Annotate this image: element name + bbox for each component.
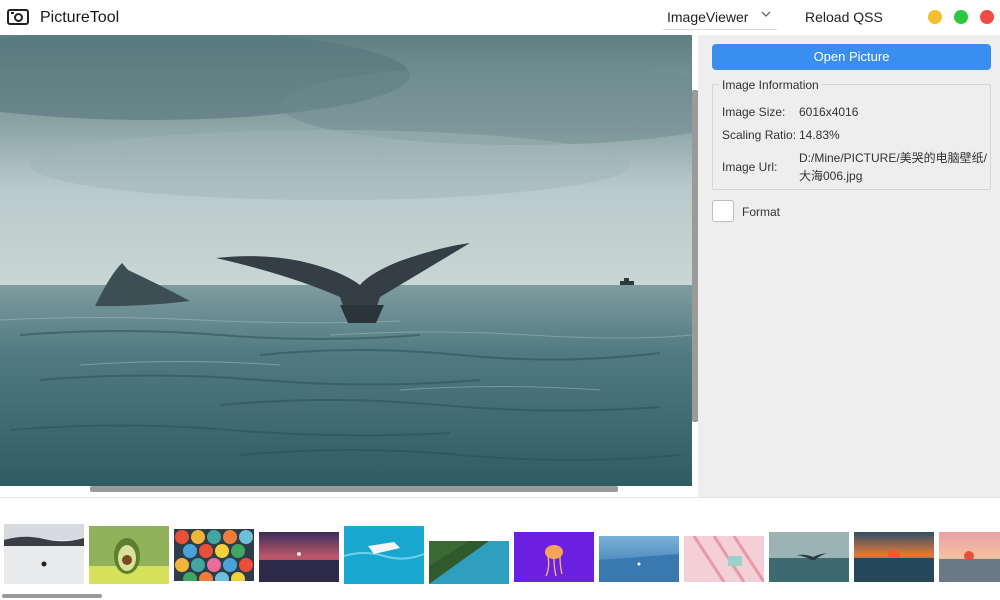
viewer-select-value: ImageViewer	[667, 9, 749, 25]
image-url-line2: 大海006.jpg	[799, 169, 863, 183]
thumbnail-3[interactable]	[174, 529, 254, 581]
image-information-group: Image Information Image Size: 6016x4016 …	[712, 78, 991, 190]
camera-icon	[7, 9, 29, 25]
minimize-button[interactable]	[928, 10, 942, 24]
title-bar: PictureTool ImageViewer Reload QSS	[0, 0, 1000, 35]
thumbnail-8[interactable]	[599, 536, 679, 582]
close-button[interactable]	[980, 10, 994, 24]
scaling-ratio-label: Scaling Ratio:	[722, 128, 797, 142]
reload-qss-button[interactable]: Reload QSS	[805, 9, 883, 25]
thumbnail-7[interactable]	[514, 532, 594, 582]
scaling-ratio-value: 14.83%	[799, 128, 840, 142]
thumbnail-9[interactable]	[684, 536, 764, 582]
side-panel: Open Picture Image Information Image Siz…	[698, 35, 1000, 497]
thumbnail-6[interactable]	[429, 541, 509, 584]
chevron-down-icon	[761, 11, 771, 17]
thumbnail-5[interactable]	[344, 526, 424, 584]
thumbnail-12[interactable]	[939, 532, 1000, 582]
image-url-label: Image Url:	[722, 160, 778, 174]
main-image	[0, 35, 692, 486]
horizontal-scrollbar[interactable]	[90, 486, 618, 492]
image-url-line1: D:/Mine/PICTURE/美哭的电脑壁纸/	[799, 151, 988, 165]
viewer-select[interactable]: ImageViewer	[663, 6, 777, 30]
thumbnail-10[interactable]	[769, 532, 849, 582]
thumbnail-4[interactable]	[259, 532, 339, 582]
app-title: PictureTool	[40, 9, 120, 26]
image-size-label: Image Size:	[722, 105, 786, 119]
thumbnail-scrollbar[interactable]	[2, 594, 102, 598]
image-size-value: 6016x4016	[799, 105, 859, 119]
format-label: Format	[742, 205, 781, 219]
image-viewer[interactable]	[0, 35, 692, 486]
thumbnail-2[interactable]	[89, 526, 169, 584]
thumbnail-11[interactable]	[854, 532, 934, 582]
thumbnail-strip	[0, 497, 1000, 600]
image-information-title: Image Information	[719, 78, 822, 92]
format-checkbox[interactable]	[712, 200, 734, 222]
thumbnail-1[interactable]	[4, 524, 84, 584]
open-picture-button[interactable]: Open Picture	[712, 44, 991, 70]
maximize-button[interactable]	[954, 10, 968, 24]
